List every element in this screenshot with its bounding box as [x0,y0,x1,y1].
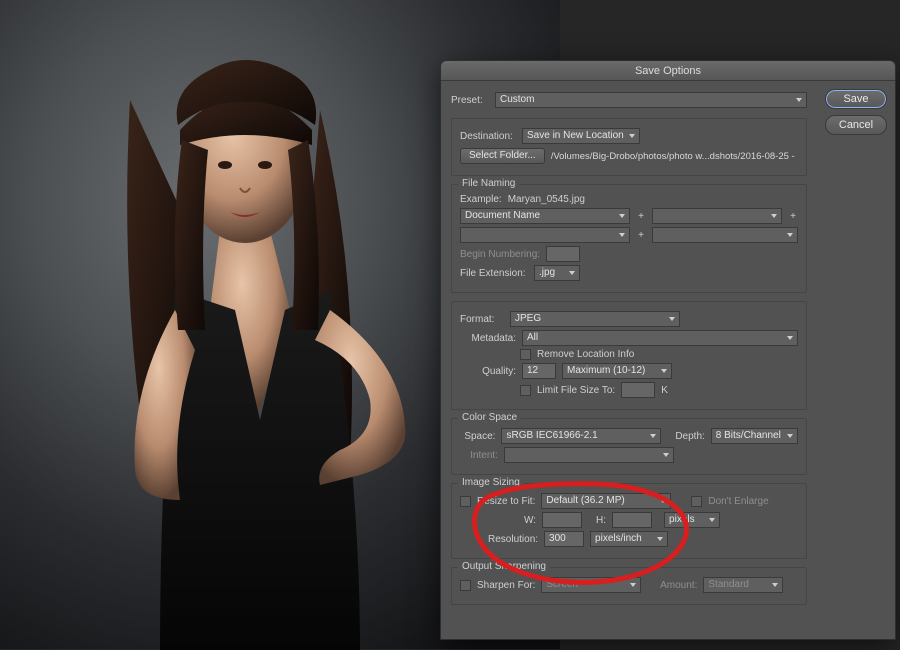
depth-select[interactable]: 8 Bits/Channel [711,428,798,444]
destination-label: Destination: [460,131,516,142]
resize-to-fit-label: Resize to Fit: [477,496,535,507]
image-sizing-section: Image Sizing Resize to Fit: Default (36.… [451,483,807,559]
amount-select[interactable]: Standard [703,577,783,593]
width-label: W: [524,515,536,526]
plus-icon: + [636,230,646,241]
output-sharpening-section: Output Sharpening Sharpen For: Screen Am… [451,567,807,605]
color-space-title: Color Space [458,412,521,423]
dont-enlarge-checkbox[interactable] [691,496,702,507]
resolution-unit-select[interactable]: pixels/inch [590,531,668,547]
resolution-input[interactable]: 300 [544,531,584,547]
dialog-title: Save Options [441,61,895,81]
destination-select[interactable]: Save in New Location [522,128,640,144]
example-label: Example: [460,194,502,205]
filename-token-1[interactable]: Document Name [460,208,630,224]
begin-numbering-input[interactable] [546,246,580,262]
plus-icon: + [636,211,646,222]
height-input[interactable] [612,512,652,528]
quality-input[interactable]: 12 [522,363,556,379]
depth-label: Depth: [667,431,704,442]
space-select[interactable]: sRGB IEC61966-2.1 [501,428,661,444]
amount-label: Amount: [647,580,697,591]
space-label: Space: [460,431,495,442]
metadata-label: Metadata: [460,333,516,344]
format-section: Format: JPEG Metadata: All Remove Locati… [451,301,807,410]
limit-filesize-unit: K [661,385,668,396]
plus-icon: + [788,211,798,222]
begin-numbering-label: Begin Numbering: [460,249,540,260]
sharpen-for-select[interactable]: Screen [541,577,641,593]
format-label: Format: [460,314,504,325]
file-extension-label: File Extension: [460,268,528,279]
limit-filesize-label: Limit File Size To: [537,385,615,396]
dont-enlarge-label: Don't Enlarge [708,496,768,507]
filename-token-2[interactable] [652,208,782,224]
save-button[interactable]: Save [825,89,887,109]
intent-label: Intent: [460,450,498,461]
example-value: Maryan_0545.jpg [508,194,585,205]
destination-path: /Volumes/Big-Drobo/photos/photo w...dsho… [551,151,798,162]
remove-location-label: Remove Location Info [537,349,634,360]
limit-filesize-input[interactable] [621,382,655,398]
image-sizing-title: Image Sizing [458,477,524,488]
filename-token-3[interactable] [460,227,630,243]
portrait-subject [60,30,460,650]
resize-to-fit-select[interactable]: Default (36.2 MP) [541,493,671,509]
resolution-label: Resolution: [488,534,538,545]
quality-preset-select[interactable]: Maximum (10-12) [562,363,672,379]
sharpen-for-checkbox[interactable] [460,580,471,591]
preset-select[interactable]: Custom [495,92,807,108]
width-input[interactable] [542,512,582,528]
color-space-section: Color Space Space: sRGB IEC61966-2.1 Dep… [451,418,807,475]
output-sharpening-title: Output Sharpening [458,561,550,572]
sharpen-for-label: Sharpen For: [477,580,535,591]
limit-filesize-checkbox[interactable] [520,385,531,396]
preset-label: Preset: [451,95,489,106]
file-extension-select[interactable]: .jpg [534,265,580,281]
size-unit-select[interactable]: pixels [664,512,720,528]
remove-location-checkbox[interactable] [520,349,531,360]
file-naming-title: File Naming [458,178,519,189]
height-label: H: [596,515,606,526]
intent-select[interactable] [504,447,674,463]
select-folder-button[interactable]: Select Folder... [460,148,545,164]
filename-token-4[interactable] [652,227,798,243]
save-options-dialog: Save Options Preset: Custom Destination:… [440,60,896,640]
resize-to-fit-checkbox[interactable] [460,496,471,507]
cancel-button[interactable]: Cancel [825,115,887,135]
quality-label: Quality: [460,366,516,377]
metadata-select[interactable]: All [522,330,798,346]
destination-section: Destination: Save in New Location Select… [451,118,807,176]
format-select[interactable]: JPEG [510,311,680,327]
file-naming-section: File Naming Example: Maryan_0545.jpg Doc… [451,184,807,293]
